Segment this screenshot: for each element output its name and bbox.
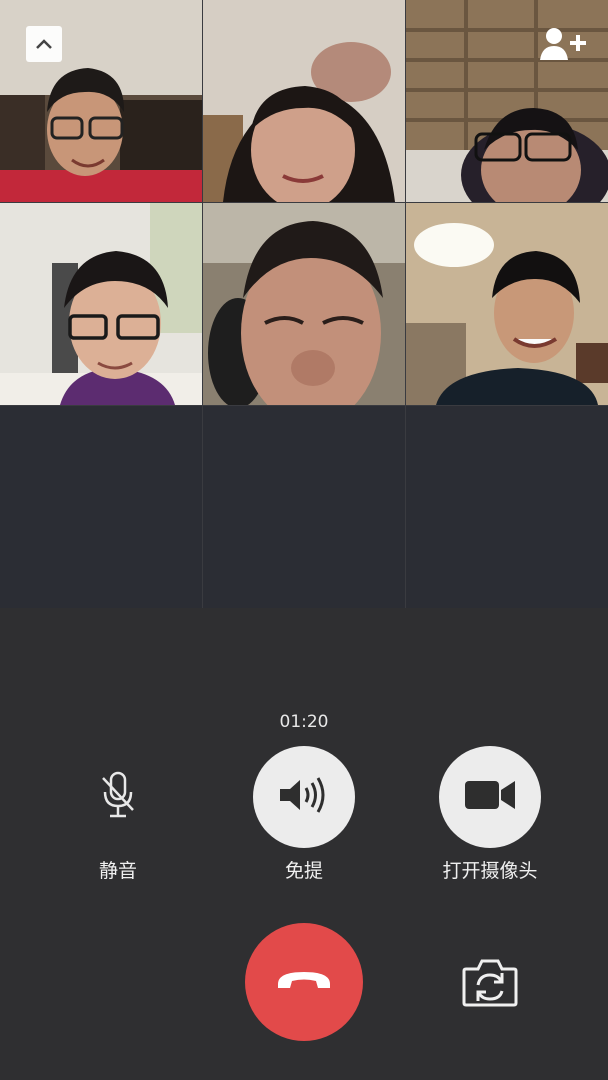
- participant-video-2[interactable]: [203, 0, 405, 202]
- add-member-icon: [540, 28, 588, 66]
- phone-hangup-icon: [274, 968, 334, 996]
- speaker-icon: [278, 775, 330, 819]
- camera-button[interactable]: [439, 746, 541, 848]
- add-member-button[interactable]: [540, 26, 588, 62]
- empty-slot-7: [0, 406, 202, 608]
- collapse-button[interactable]: [26, 26, 62, 62]
- video-grid: [0, 0, 608, 608]
- mute-button[interactable]: [67, 746, 169, 848]
- participant-video-6[interactable]: [406, 203, 608, 405]
- switch-camera-button[interactable]: [458, 955, 522, 1011]
- video-camera-icon: [463, 778, 517, 816]
- camera-label: 打开摄像头: [442, 860, 538, 882]
- camera-switch-icon: [458, 959, 522, 1015]
- mute-control[interactable]: 静音: [28, 746, 208, 883]
- call-timer: 01:20: [279, 712, 329, 732]
- mute-label: 静音: [98, 860, 137, 882]
- empty-slot-9: [406, 406, 608, 608]
- speaker-control[interactable]: 免提: [214, 746, 394, 883]
- speaker-button[interactable]: [253, 746, 355, 848]
- speaker-label: 免提: [284, 860, 323, 882]
- hangup-button[interactable]: [245, 923, 363, 1041]
- camera-control[interactable]: 打开摄像头: [400, 746, 580, 883]
- participant-video-4[interactable]: [0, 203, 202, 405]
- chevron-up-icon: [35, 35, 53, 54]
- participant-video-5[interactable]: [203, 203, 405, 405]
- empty-slot-8: [203, 406, 405, 608]
- mic-off-icon: [98, 770, 138, 824]
